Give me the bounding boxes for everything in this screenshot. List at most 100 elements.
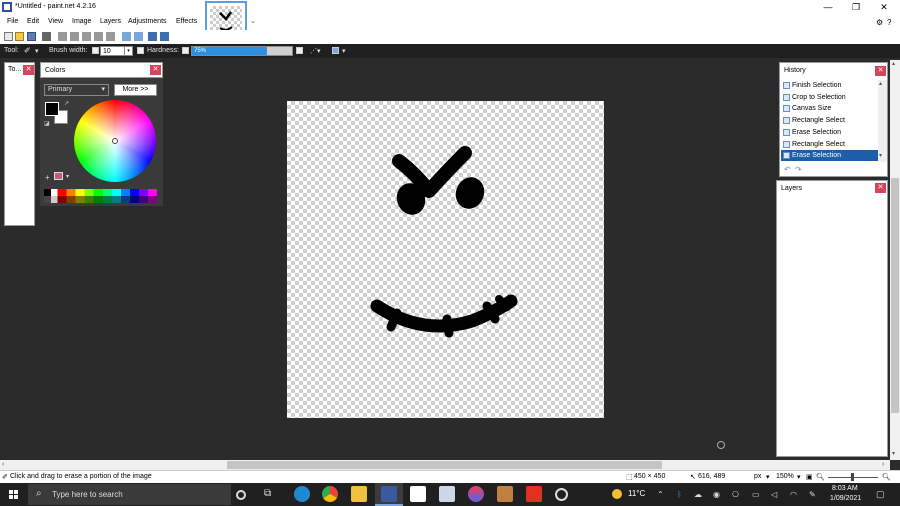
minimize-button[interactable]: — — [814, 0, 842, 15]
palette-menu-icon[interactable] — [54, 172, 63, 180]
image-list-chevron-down-icon[interactable]: ⌄ — [250, 17, 256, 25]
hscroll-left-icon[interactable]: ‹ — [2, 460, 4, 470]
print-icon[interactable] — [42, 32, 51, 41]
ruler-icon[interactable] — [160, 32, 169, 41]
antialiasing-icon[interactable]: ⋰▾ — [310, 47, 321, 55]
menu-adjustments[interactable]: Adjustments — [128, 18, 167, 25]
history-scrollbar[interactable]: ▴ ▾ — [878, 80, 887, 162]
brush-width-input[interactable]: 10 — [100, 46, 126, 56]
wifi-icon[interactable]: ◠ — [790, 490, 797, 499]
taskbar-search-box[interactable]: ⌕ Type here to search — [28, 484, 231, 505]
hardness-decrease-icon[interactable] — [182, 47, 189, 54]
history-item[interactable]: Finish Selection — [781, 80, 879, 91]
volume-icon[interactable]: ◁ — [771, 490, 777, 499]
menu-image[interactable]: Image — [72, 18, 91, 25]
chrome-icon[interactable] — [322, 486, 338, 502]
onedrive-icon[interactable]: ☁ — [694, 490, 702, 499]
add-color-icon[interactable]: + — [45, 173, 50, 182]
app-icon-snip[interactable] — [439, 486, 455, 502]
history-item[interactable]: Erase Selection — [781, 127, 879, 138]
app-icon-minecraft[interactable] — [497, 486, 513, 502]
vscroll-down-icon[interactable]: ▾ — [892, 450, 895, 457]
history-redo-icon[interactable]: ↷ — [795, 165, 802, 174]
brush-width-increase-icon[interactable] — [137, 47, 144, 54]
cortana-icon[interactable] — [236, 490, 246, 500]
history-undo-icon[interactable]: ↶ — [784, 165, 791, 174]
vertical-scrollbar[interactable]: ▴ ▾ — [890, 60, 900, 460]
zoom-chevron-icon[interactable]: ▾ — [797, 473, 801, 481]
blend-mode-chevron-icon[interactable]: ▾ — [342, 47, 346, 55]
tools-panel-close-icon[interactable]: ✕ — [23, 65, 34, 75]
zoom-slider-thumb[interactable] — [851, 473, 854, 481]
history-item[interactable]: Erase Selection — [781, 150, 879, 162]
copy-icon[interactable] — [70, 32, 79, 41]
redo-icon[interactable] — [134, 32, 143, 41]
windows-start-icon[interactable] — [0, 483, 28, 506]
deselect-icon[interactable] — [106, 32, 115, 41]
image-canvas[interactable] — [287, 101, 604, 418]
horizontal-scrollbar[interactable]: ‹ › — [0, 460, 890, 470]
history-item[interactable]: Rectangle Select — [781, 115, 879, 126]
tray-overflow-icon[interactable]: ⌃ — [657, 490, 664, 499]
history-panel-close-icon[interactable]: ✕ — [875, 66, 886, 76]
app-icon-vscode[interactable] — [410, 486, 426, 502]
tool-dropdown-chevron-icon[interactable]: ▾ — [35, 47, 39, 55]
new-file-icon[interactable] — [4, 32, 13, 41]
eraser-tool-icon[interactable]: ✐ — [24, 46, 31, 55]
colors-panel-close-icon[interactable]: ✕ — [150, 65, 161, 75]
taskbar-date[interactable]: 1/09/2021 — [830, 495, 861, 502]
primary-color-swatch[interactable] — [45, 102, 59, 116]
more-colors-button[interactable]: More >> — [114, 84, 157, 96]
grid-icon[interactable] — [148, 32, 157, 41]
file-explorer-icon[interactable] — [351, 486, 367, 502]
zoom-fit-icon[interactable]: ▣ — [806, 473, 813, 481]
menu-file[interactable]: File — [7, 18, 18, 25]
history-scroll-down-icon[interactable]: ▾ — [879, 152, 882, 159]
app-icon-office[interactable] — [526, 486, 542, 502]
history-scroll-up-icon[interactable]: ▴ — [879, 80, 882, 87]
bluetooth-icon[interactable]: ᛒ — [677, 490, 682, 499]
notifications-icon[interactable]: ▢ — [876, 489, 885, 500]
units-chevron-icon[interactable]: ▾ — [766, 473, 770, 481]
hardness-slider[interactable]: 75% — [191, 46, 293, 56]
history-item[interactable]: Canvas Size — [781, 103, 879, 114]
crop-icon[interactable] — [94, 32, 103, 41]
history-item[interactable]: Crop to Selection — [781, 92, 879, 103]
save-icon[interactable] — [27, 32, 36, 41]
vscroll-up-icon[interactable]: ▴ — [892, 60, 895, 67]
horizontal-scrollbar-thumb[interactable] — [227, 461, 662, 469]
menu-edit[interactable]: Edit — [27, 18, 39, 25]
paste-icon[interactable] — [82, 32, 91, 41]
task-view-icon[interactable]: ⧉ — [264, 488, 280, 504]
paintnet-taskbar-button[interactable] — [375, 483, 403, 506]
open-folder-icon[interactable] — [15, 32, 24, 41]
zoom-in-icon[interactable]: 🔍︎ — [882, 473, 891, 481]
history-item[interactable]: Rectangle Select — [781, 139, 879, 150]
restore-button[interactable]: ❐ — [842, 0, 870, 15]
hardness-increase-icon[interactable] — [296, 47, 303, 54]
units-select[interactable]: px — [754, 473, 761, 480]
brush-width-dropdown-icon[interactable]: ▾ — [124, 46, 133, 56]
help-icon[interactable]: ? — [887, 18, 891, 27]
edge-icon[interactable] — [294, 486, 310, 502]
tray-app-icon[interactable]: ⎔ — [732, 490, 739, 499]
reset-colors-icon[interactable]: ◪ — [44, 120, 50, 127]
blend-mode-icon[interactable] — [332, 47, 339, 54]
app-icon-browser[interactable] — [468, 486, 484, 502]
layers-panel-close-icon[interactable]: ✕ — [875, 183, 886, 193]
zoom-out-icon[interactable]: 🔍︎ — [816, 473, 825, 481]
color-palette-dark-row[interactable] — [44, 196, 157, 203]
cut-icon[interactable] — [58, 32, 67, 41]
color-wheel-cursor[interactable] — [112, 138, 118, 144]
menu-layers[interactable]: Layers — [100, 18, 121, 25]
weather-temp[interactable]: 11°C — [628, 489, 645, 498]
battery-icon[interactable]: ▭ — [752, 490, 760, 499]
undo-icon[interactable] — [122, 32, 131, 41]
hscroll-right-icon[interactable]: › — [882, 460, 884, 470]
app-icon-clock[interactable] — [555, 488, 568, 501]
color-mode-select[interactable]: Primary ▾ — [44, 84, 109, 96]
menu-effects[interactable]: Effects — [176, 18, 197, 25]
vertical-scrollbar-thumb[interactable] — [891, 178, 899, 413]
pen-icon[interactable]: ✎ — [809, 490, 816, 499]
steam-icon[interactable]: ◉ — [713, 490, 720, 499]
